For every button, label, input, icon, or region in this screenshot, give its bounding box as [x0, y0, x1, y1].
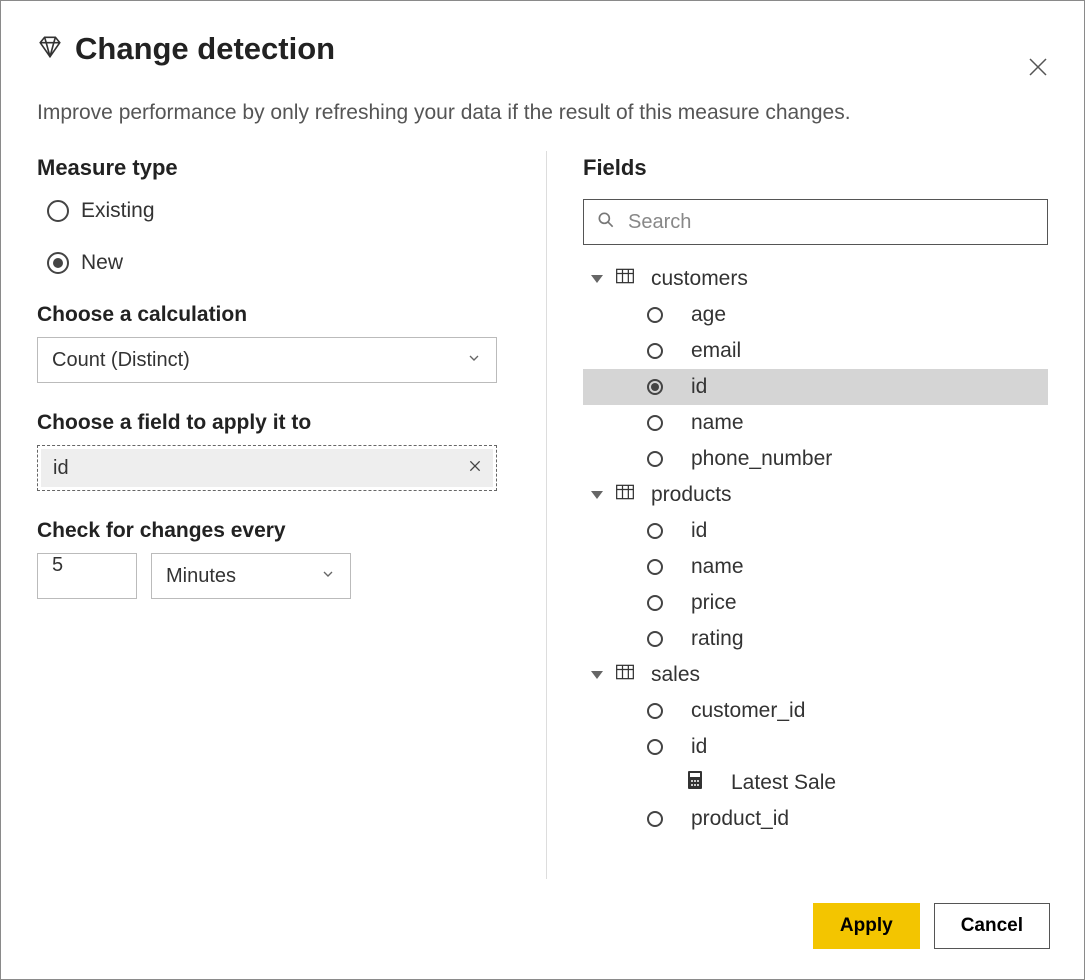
collapse-icon [591, 275, 603, 283]
field-row[interactable]: phone_number [583, 441, 1048, 477]
table-icon [615, 483, 635, 507]
field-bullet-icon [647, 631, 663, 647]
dialog-footer: Apply Cancel [1, 879, 1084, 979]
field-name: age [691, 303, 726, 327]
field-name: email [691, 339, 741, 363]
apply-field-dropzone[interactable]: id [37, 445, 497, 491]
search-icon [596, 210, 616, 235]
field-row[interactable]: product_id [583, 801, 1048, 837]
field-row[interactable]: Latest Sale [583, 765, 1048, 801]
field-bullet-icon [647, 559, 663, 575]
collapse-icon [591, 491, 603, 499]
field-bullet-icon [647, 415, 663, 431]
field-bullet-icon [647, 343, 663, 359]
field-row[interactable]: id [583, 369, 1048, 405]
dialog-subtitle: Improve performance by only refreshing y… [37, 101, 1048, 125]
table-row[interactable]: products [583, 477, 1048, 513]
field-row[interactable]: id [583, 729, 1048, 765]
field-name: name [691, 411, 744, 435]
close-button[interactable] [1026, 55, 1050, 84]
field-row[interactable]: rating [583, 621, 1048, 657]
field-bullet-icon [647, 379, 663, 395]
apply-button[interactable]: Apply [813, 903, 920, 949]
field-row[interactable]: price [583, 585, 1048, 621]
check-interval-label: Check for changes every [37, 519, 510, 543]
apply-field-value: id [53, 457, 69, 480]
table-name: sales [651, 663, 700, 687]
field-row[interactable]: name [583, 405, 1048, 441]
field-name: phone_number [691, 447, 832, 471]
calculation-select[interactable]: Count (Distinct) [37, 337, 497, 383]
remove-field-button[interactable] [467, 457, 483, 480]
field-name: id [691, 519, 707, 543]
fields-panel: Fields customers age email id name phone_numb… [547, 151, 1048, 879]
radio-icon [47, 252, 69, 274]
field-bullet-icon [647, 595, 663, 611]
calculation-value: Count (Distinct) [52, 349, 190, 372]
interval-unit-value: Minutes [166, 565, 236, 588]
field-name: product_id [691, 807, 789, 831]
field-bullet-icon [647, 523, 663, 539]
field-bullet-icon [647, 739, 663, 755]
table-row[interactable]: sales [583, 657, 1048, 693]
table-icon [615, 267, 635, 291]
table-icon [615, 663, 635, 687]
diamond-icon [37, 34, 63, 65]
field-name: Latest Sale [731, 771, 836, 795]
table-name: products [651, 483, 732, 507]
cancel-button[interactable]: Cancel [934, 903, 1050, 949]
table-row[interactable]: customers [583, 261, 1048, 297]
collapse-icon [591, 671, 603, 679]
radio-icon [47, 200, 69, 222]
chevron-down-icon [320, 565, 336, 588]
fields-tree[interactable]: customers age email id name phone_numberprodu… [583, 261, 1048, 879]
field-name: price [691, 591, 737, 615]
calculation-label: Choose a calculation [37, 303, 510, 327]
change-detection-dialog: Change detection Improve performance by … [0, 0, 1085, 980]
radio-label: Existing [81, 199, 155, 223]
radio-label: New [81, 251, 123, 275]
field-bullet-icon [647, 307, 663, 323]
chevron-down-icon [466, 349, 482, 372]
dialog-title: Change detection [75, 31, 335, 67]
fields-label: Fields [583, 155, 1048, 181]
apply-field-label: Choose a field to apply it to [37, 411, 510, 435]
interval-value-input[interactable]: 5 [37, 553, 137, 599]
interval-unit-select[interactable]: Minutes [151, 553, 351, 599]
apply-field-chip: id [41, 449, 493, 487]
field-row[interactable]: name [583, 549, 1048, 585]
radio-new[interactable]: New [47, 251, 510, 275]
field-bullet-icon [647, 811, 663, 827]
field-bullet-icon [647, 451, 663, 467]
field-row[interactable]: age [583, 297, 1048, 333]
left-panel: Measure type Existing New Choose a calcu… [37, 151, 547, 879]
radio-existing[interactable]: Existing [47, 199, 510, 223]
field-row[interactable]: customer_id [583, 693, 1048, 729]
field-row[interactable]: id [583, 513, 1048, 549]
fields-search-input[interactable] [626, 210, 1035, 235]
field-name: customer_id [691, 699, 805, 723]
field-name: name [691, 555, 744, 579]
measure-icon [687, 770, 703, 796]
measure-type-label: Measure type [37, 155, 510, 181]
field-row[interactable]: email [583, 333, 1048, 369]
table-name: customers [651, 267, 748, 291]
field-bullet-icon [647, 703, 663, 719]
measure-type-radios: Existing New [47, 199, 510, 275]
field-name: id [691, 735, 707, 759]
fields-search[interactable] [583, 199, 1048, 245]
field-name: id [691, 375, 707, 399]
field-name: rating [691, 627, 744, 651]
